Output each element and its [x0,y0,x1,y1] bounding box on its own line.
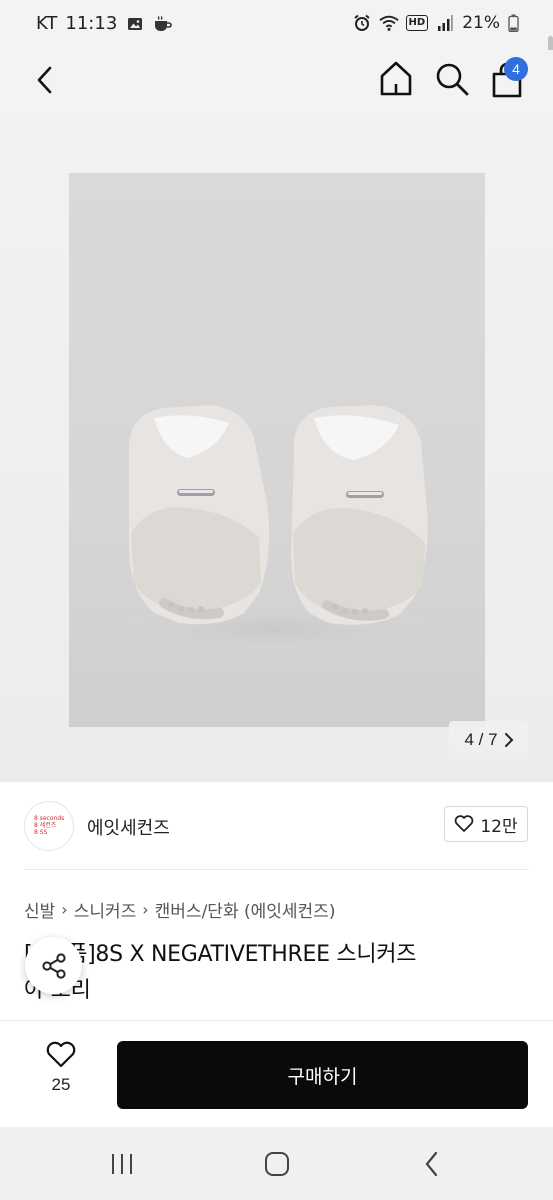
alarm-icon [352,13,372,33]
seller-logo-line: 8 SS [34,829,48,836]
product-title-line: [ ]반품]8S X NEGATIVETHREE 스니커즈 [24,942,417,967]
battery-icon [507,13,519,33]
breadcrumb-item[interactable]: 신발 [24,897,55,922]
search-button[interactable] [434,60,470,98]
carrier-label: KT [36,13,58,34]
seller-name[interactable]: 에잇세컨즈 [87,814,170,840]
seller-row[interactable]: 8 seconds 8 세컨즈 8 SS 에잇세컨즈 12만 [0,782,553,870]
product-title-line: 아 보리 [24,978,91,1003]
home-circle-icon [265,1152,289,1176]
status-left: KT 11:13 [36,13,173,34]
wifi-icon [378,13,399,33]
wishlist-button[interactable]: 25 [30,1041,92,1107]
image-counter[interactable]: 4 / 7 [449,721,529,759]
home-button[interactable] [378,60,414,98]
back-arrow-icon [425,1151,438,1177]
product-image[interactable] [69,173,485,727]
heart-outline-icon [46,1041,76,1068]
hd-icon: HD [405,15,429,31]
wishlist-count: 25 [51,1075,71,1094]
bottom-action-bar: 25 구매하기 [0,1020,553,1127]
recent-apps-button[interactable] [102,1149,142,1179]
seller-logo-line: 8 seconds [34,815,65,822]
brand-like-count: 12만 [480,816,518,837]
back-nav-button[interactable] [412,1149,452,1179]
image-icon [125,14,145,34]
heart-outline-icon [455,815,474,832]
battery-percent: 21% [462,13,500,33]
back-button[interactable] [28,62,60,98]
recent-apps-icon [112,1154,132,1174]
signal-icon [435,13,455,33]
image-counter-label: 4 / 7 [464,730,498,749]
chevron-right-icon: › [142,900,149,919]
sneakers-illustration [104,405,444,643]
seller-logo-line: 8 세컨즈 [34,822,57,829]
brand-like-button[interactable]: 12만 [444,806,528,842]
product-title: [ ]반품]8S X NEGATIVETHREE 스니커즈 아 보리 [24,937,534,1009]
coffee-icon [153,14,173,34]
home-icon [380,61,412,96]
chevron-right-icon: › [61,900,68,919]
status-right: HD 21% [352,13,519,33]
seller-logo[interactable]: 8 seconds 8 세컨즈 8 SS [24,801,74,851]
chevron-right-icon [504,733,513,747]
status-bar: KT 11:13 HD 21% [0,0,553,50]
cart-count-badge: 4 [504,57,528,81]
chevron-left-icon [37,66,52,94]
home-nav-button[interactable] [257,1149,297,1179]
share-icon [41,952,66,979]
top-nav [0,50,553,112]
clock: 11:13 [65,13,118,34]
image-gallery[interactable]: 4 / 7 [0,112,553,782]
share-button[interactable] [25,937,82,994]
breadcrumb-item[interactable]: 캔버스/단화 (에잇세컨즈) [155,897,336,922]
divider [24,869,529,870]
search-icon [436,63,469,96]
breadcrumb-item[interactable]: 스니커즈 [74,897,137,922]
system-nav-bar [0,1127,553,1200]
breadcrumb: 신발 › 스니커즈 › 캔버스/단화 (에잇세컨즈) [24,897,335,922]
buy-button[interactable]: 구매하기 [117,1041,528,1109]
